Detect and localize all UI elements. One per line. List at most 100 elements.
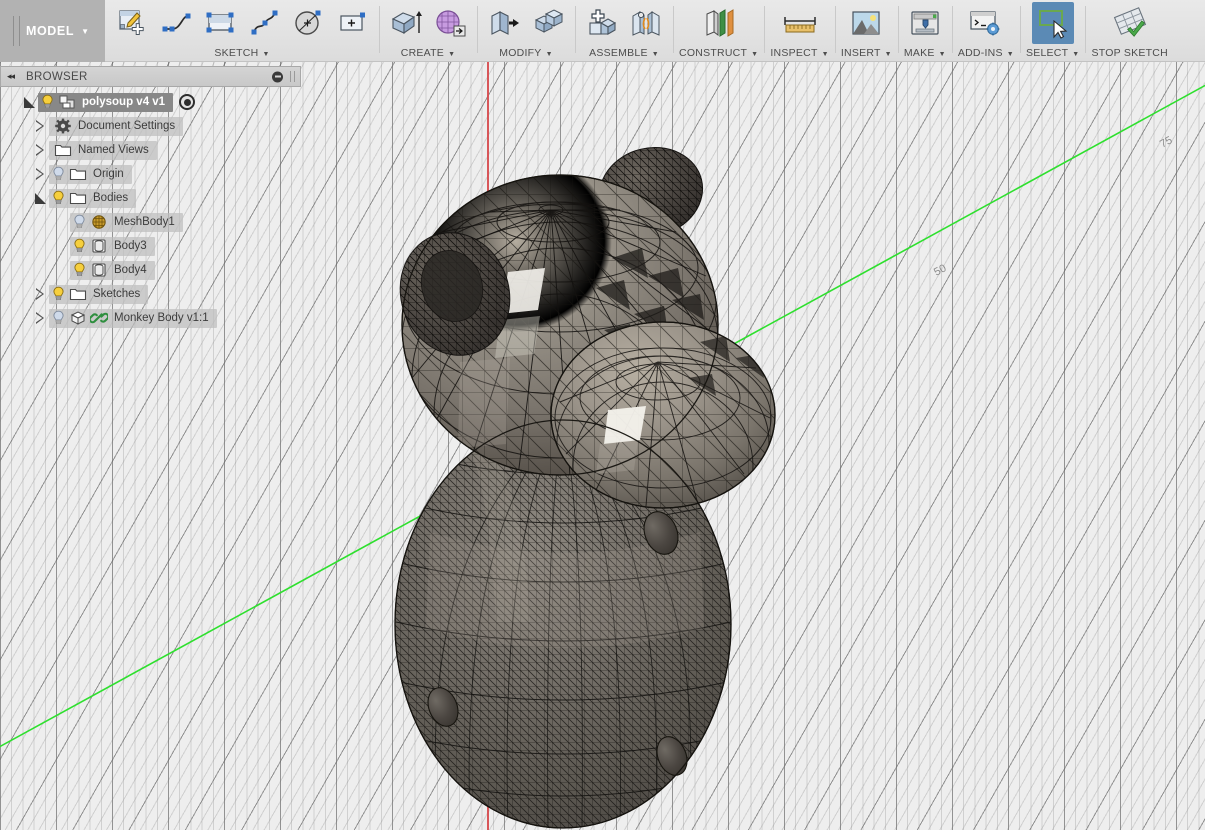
folder-icon (69, 190, 87, 206)
lightbulb-on-icon[interactable] (72, 262, 87, 278)
lightbulb-on-icon[interactable] (51, 190, 66, 206)
component-activate-radio[interactable] (179, 94, 196, 110)
measure-button[interactable] (772, 2, 828, 44)
tree-node-origin[interactable]: Origin (0, 162, 301, 186)
spline-button[interactable] (243, 2, 285, 44)
tree-chip-body3[interactable]: Body3 (70, 236, 155, 256)
main-toolbar: MODEL ▼ SKETCH ▼ CREATE ▼ MODIFY ▼ ASSEM… (0, 0, 1205, 62)
chevron-down-icon: ▼ (751, 51, 759, 58)
tree-node-label: MeshBody1 (114, 216, 175, 228)
solid-body-icon (90, 262, 108, 278)
panel-resize-gripper[interactable] (290, 71, 295, 82)
folder-icon (54, 142, 72, 158)
joint-button[interactable] (625, 2, 667, 44)
component-icon (58, 94, 76, 110)
expander-icon[interactable] (22, 95, 36, 109)
tree-chip-monkey-body[interactable]: Monkey Body v1:1 (49, 308, 217, 328)
tree-chip-document-settings[interactable]: Document Settings (49, 116, 184, 136)
circle-button[interactable] (287, 2, 329, 44)
folder-icon (69, 166, 87, 182)
joint-icon (632, 11, 660, 36)
gear-icon (54, 118, 72, 134)
toolbar-group-label-assemble[interactable]: ASSEMBLE ▼ (589, 46, 659, 61)
create-sketch-button[interactable] (111, 2, 153, 44)
group-caption-text: MODIFY (499, 47, 542, 59)
tree-node-body4[interactable]: Body4 (0, 258, 301, 282)
expander-icon[interactable] (33, 119, 47, 133)
toolbar-group-label-create[interactable]: CREATE ▼ (401, 46, 456, 61)
offset-plane-button[interactable] (691, 2, 747, 44)
ruler-icon (783, 17, 816, 33)
tree-chip-sketches[interactable]: Sketches (49, 284, 149, 304)
tree-chip-named-views[interactable]: Named Views (49, 140, 157, 160)
expander-icon[interactable] (33, 143, 47, 157)
toolbar-group-select: SELECT ▼ (1019, 0, 1086, 61)
line-button[interactable] (155, 2, 197, 44)
lightbulb-on-icon[interactable] (51, 286, 66, 302)
tree-chip-body4[interactable]: Body4 (70, 260, 155, 280)
chevron-down-icon: ▼ (1006, 51, 1014, 58)
lightbulb-on-icon[interactable] (40, 94, 55, 110)
toolbar-group-label-modify[interactable]: MODIFY ▼ (499, 46, 553, 61)
tree-node-root[interactable]: polysoup v4 v1 (0, 90, 301, 114)
3d-print-button[interactable] (904, 2, 946, 44)
fusion360-window: 50 75 MODEL ▼ SKETCH ▼ CREATE ▼ MODIFY ▼… (0, 0, 1205, 830)
tree-node-bodies[interactable]: Bodies (0, 186, 301, 210)
combine-button[interactable] (527, 2, 569, 44)
expander-icon[interactable] (33, 311, 47, 325)
lightbulb-off-icon[interactable] (72, 214, 87, 230)
tree-chip-origin[interactable]: Origin (49, 164, 132, 184)
tree-node-label: Body4 (114, 264, 147, 276)
browser-tree: polysoup v4 v1 Document Settings Named V… (0, 87, 301, 330)
group-caption-text: ADD-INS (957, 47, 1003, 59)
minimize-icon[interactable] (272, 71, 283, 82)
stop-sketch-button[interactable] (1102, 2, 1158, 44)
tree-node-label: Body3 (114, 240, 147, 252)
toolbar-group-label-inspect[interactable]: INSPECT ▼ (770, 46, 828, 61)
dimension-icon (340, 12, 365, 31)
rectangle-button[interactable] (199, 2, 241, 44)
tree-node-meshbody1[interactable]: MeshBody1 (0, 210, 301, 234)
workspace-tab-model[interactable]: MODEL ▼ (0, 0, 105, 62)
lightbulb-on-icon[interactable] (72, 238, 87, 254)
tree-chip-root[interactable]: polysoup v4 v1 (38, 92, 174, 112)
tree-node-sketches[interactable]: Sketches (0, 282, 301, 306)
tree-node-label: Monkey Body v1:1 (114, 312, 209, 324)
create-mesh-button[interactable] (429, 2, 471, 44)
lightbulb-off-icon[interactable] (51, 166, 66, 182)
toolbar-group-label-select[interactable]: SELECT ▼ (1026, 46, 1080, 61)
mesh-icon (436, 10, 466, 37)
scripts-addins-button[interactable] (958, 2, 1014, 44)
line-icon (162, 13, 191, 32)
press-pull-button[interactable] (483, 2, 525, 44)
chevron-down-icon: ▼ (81, 26, 90, 36)
toolbar-group-label-stop-sketch[interactable]: STOP SKETCH (1091, 46, 1167, 61)
select-tool-button[interactable] (1031, 2, 1074, 44)
collapse-panel-icon[interactable]: ◂◂ (7, 71, 15, 82)
toolbar-group-label-addins[interactable]: ADD-INS ▼ (958, 46, 1014, 61)
tree-chip-meshbody1[interactable]: MeshBody1 (70, 212, 183, 232)
new-component-button[interactable] (581, 2, 623, 44)
toolbar-group-label-construct[interactable]: CONSTRUCT ▼ (679, 46, 758, 61)
tree-node-label: polysoup v4 v1 (82, 96, 166, 108)
select-cursor-icon (1038, 10, 1068, 39)
rectangle-icon (206, 12, 234, 33)
tree-node-monkey-body[interactable]: Monkey Body v1:1 (0, 306, 301, 330)
sketch-dimension-button[interactable] (331, 2, 373, 44)
expander-icon[interactable] (33, 287, 47, 301)
tree-chip-bodies[interactable]: Bodies (49, 188, 137, 208)
toolbar-group-label-insert[interactable]: INSERT ▼ (841, 46, 892, 61)
expander-icon[interactable] (33, 167, 47, 181)
console-gear-icon (970, 11, 1000, 36)
solid-body-icon (90, 238, 108, 254)
tree-node-document-settings[interactable]: Document Settings (0, 114, 301, 138)
tree-node-body3[interactable]: Body3 (0, 234, 301, 258)
toolbar-group-label-sketch[interactable]: SKETCH ▼ (214, 46, 269, 61)
tree-node-named-views[interactable]: Named Views (0, 138, 301, 162)
toolbar-group-label-make[interactable]: MAKE ▼ (904, 46, 946, 61)
lightbulb-off-icon[interactable] (51, 310, 66, 326)
extrude-button[interactable] (385, 2, 427, 44)
insert-image-button[interactable] (845, 2, 887, 44)
expander-icon[interactable] (33, 191, 47, 205)
group-caption-text: CREATE (400, 47, 445, 59)
